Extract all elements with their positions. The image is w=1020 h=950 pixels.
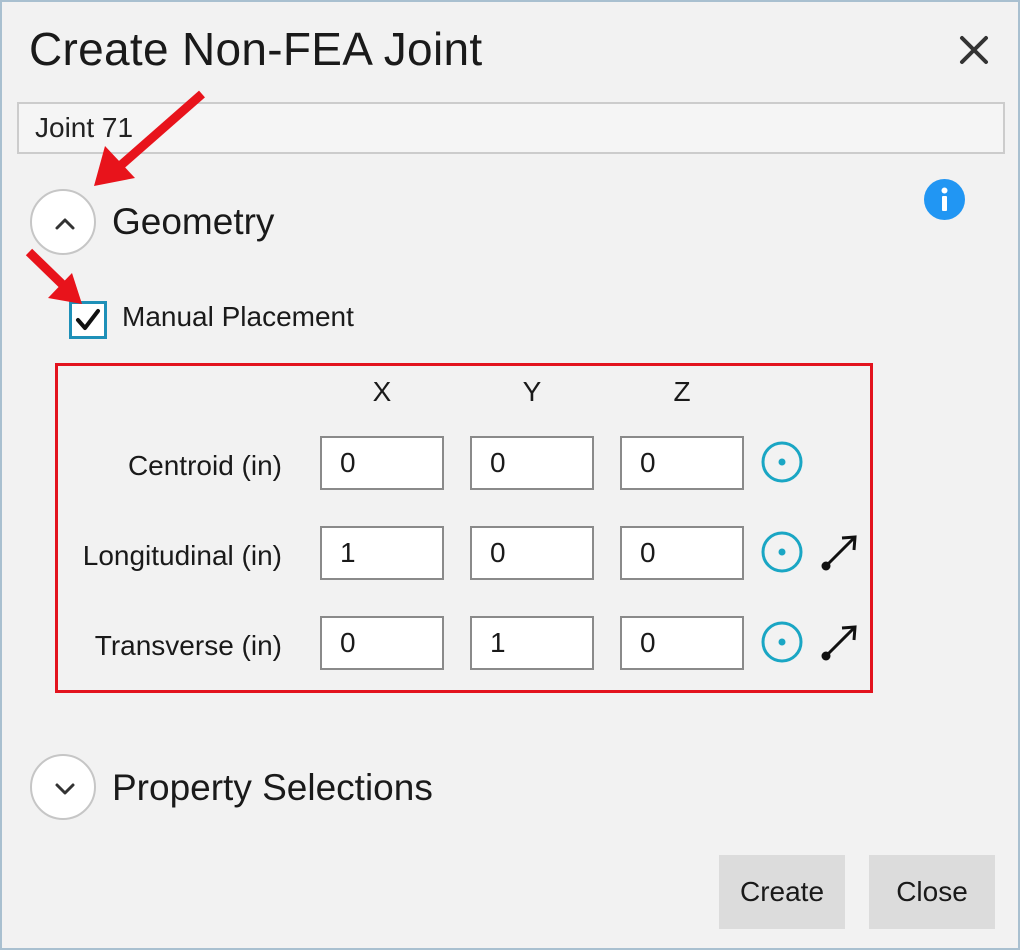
row-label-transverse: Transverse (in) <box>94 630 282 661</box>
longitudinal-y-input[interactable] <box>470 526 594 580</box>
chevron-down-icon <box>55 783 75 795</box>
longitudinal-z-input[interactable] <box>620 526 744 580</box>
close-icon[interactable] <box>954 30 994 70</box>
column-header-z: Z <box>673 376 691 407</box>
geometry-collapse-button[interactable] <box>30 189 96 255</box>
geometry-section-label: Geometry <box>112 201 275 242</box>
centroid-z-input[interactable] <box>620 436 744 490</box>
dialog-title: Create Non-FEA Joint <box>29 23 483 75</box>
annotation-arrow-icon <box>25 248 82 304</box>
joint-name-input[interactable] <box>17 102 1005 154</box>
centroid-x-input[interactable] <box>320 436 444 490</box>
row-label-longitudinal: Longitudinal (in) <box>82 540 282 571</box>
pick-point-icon[interactable] <box>760 530 804 574</box>
row-label-centroid: Centroid (in) <box>127 450 282 481</box>
centroid-y-input[interactable] <box>470 436 594 490</box>
transverse-x-input[interactable] <box>320 616 444 670</box>
pick-point-icon[interactable] <box>760 620 804 664</box>
manual-placement-label: Manual Placement <box>122 301 354 332</box>
property-selections-expand-button[interactable] <box>30 754 96 820</box>
longitudinal-x-input[interactable] <box>320 526 444 580</box>
close-button[interactable]: Close <box>869 855 995 929</box>
vector-direction-icon[interactable] <box>818 619 860 665</box>
manual-placement-checkbox[interactable] <box>69 301 107 339</box>
check-icon <box>76 309 100 330</box>
transverse-z-input[interactable] <box>620 616 744 670</box>
create-joint-dialog: Create Non-FEA Joint Geometry Manual Pla… <box>0 0 1020 950</box>
transverse-y-input[interactable] <box>470 616 594 670</box>
info-icon[interactable] <box>924 179 965 220</box>
property-selections-label: Property Selections <box>112 767 433 808</box>
pick-point-icon[interactable] <box>760 440 804 484</box>
vector-direction-icon[interactable] <box>818 529 860 575</box>
chevron-up-icon <box>55 218 75 230</box>
column-header-x: X <box>372 376 392 407</box>
create-button[interactable]: Create <box>719 855 845 929</box>
column-header-y: Y <box>522 376 542 407</box>
